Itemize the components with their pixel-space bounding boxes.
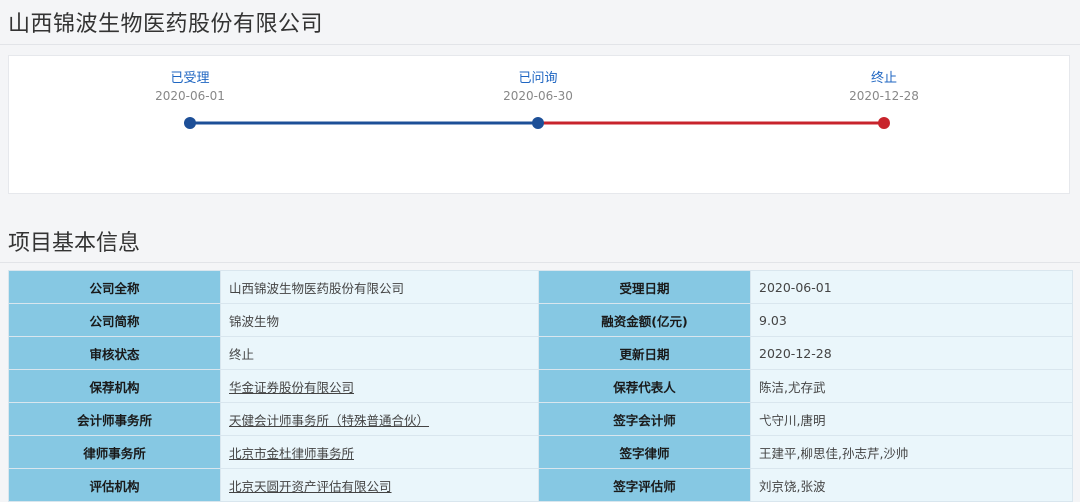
law-firm-link-cell[interactable]: 北京市金杜律师事务所 — [220, 435, 539, 469]
field-label: 公司简称 — [8, 303, 221, 337]
stage-date: 2020-06-01 — [155, 89, 225, 103]
field-label: 评估机构 — [8, 468, 221, 502]
accounting-firm-link[interactable]: 天健会计师事务所（特殊普通合伙） — [229, 413, 429, 428]
field-label: 受理日期 — [538, 270, 751, 304]
field-value: 山西锦波生物医药股份有限公司 — [220, 270, 539, 304]
table-row: 公司简称 锦波生物 融资金额(亿元) 9.03 — [8, 303, 1073, 337]
field-label: 更新日期 — [538, 336, 751, 370]
field-value: 9.03 — [750, 303, 1073, 337]
table-row: 评估机构 北京天圆开资产评估有限公司 签字评估师 刘京饶,张波 — [8, 468, 1073, 502]
table-row: 会计师事务所 天健会计师事务所（特殊普通合伙） 签字会计师 弋守川,唐明 — [8, 402, 1073, 436]
stage-label: 终止 — [870, 71, 897, 86]
stage-label: 已问询 — [518, 71, 558, 86]
appraisal-firm-link-cell[interactable]: 北京天圆开资产评估有限公司 — [220, 468, 539, 502]
law-firm-link[interactable]: 北京市金杜律师事务所 — [229, 446, 354, 461]
sponsor-link[interactable]: 华金证券股份有限公司 — [229, 380, 354, 395]
field-value: 2020-06-01 — [750, 270, 1073, 304]
field-label: 保荐代表人 — [538, 369, 751, 403]
appraisal-firm-link[interactable]: 北京天圆开资产评估有限公司 — [229, 479, 392, 494]
field-value: 王建平,柳思佳,孙志芹,沙帅 — [750, 435, 1073, 469]
timeline-node-inquired — [532, 117, 544, 129]
timeline-stage-terminated: 终止 2020-12-28 — [814, 71, 954, 104]
field-label: 签字会计师 — [538, 402, 751, 436]
timeline-stage-accepted: 已受理 2020-06-01 — [120, 71, 260, 104]
field-label: 签字律师 — [538, 435, 751, 469]
table-row: 公司全称 山西锦波生物医药股份有限公司 受理日期 2020-06-01 — [8, 270, 1073, 304]
sponsor-link-cell[interactable]: 华金证券股份有限公司 — [220, 369, 539, 403]
timeline-stage-inquired: 已问询 2020-06-30 — [468, 71, 608, 104]
timeline-node-accepted — [184, 117, 196, 129]
field-label: 公司全称 — [8, 270, 221, 304]
field-label: 会计师事务所 — [8, 402, 221, 436]
field-label: 签字评估师 — [538, 468, 751, 502]
field-value: 陈洁,尤存武 — [750, 369, 1073, 403]
section-title: 项目基本信息 — [8, 231, 141, 256]
field-label: 审核状态 — [8, 336, 221, 370]
table-row: 律师事务所 北京市金杜律师事务所 签字律师 王建平,柳思佳,孙志芹,沙帅 — [8, 435, 1073, 469]
field-label: 律师事务所 — [8, 435, 221, 469]
field-value: 锦波生物 — [220, 303, 539, 337]
project-info-table: 公司全称 山西锦波生物医药股份有限公司 受理日期 2020-06-01 公司简称… — [8, 270, 1073, 502]
field-value: 2020-12-28 — [750, 336, 1073, 370]
accounting-firm-link-cell[interactable]: 天健会计师事务所（特殊普通合伙） — [220, 402, 539, 436]
table-row: 审核状态 终止 更新日期 2020-12-28 — [8, 336, 1073, 370]
table-row: 保荐机构 华金证券股份有限公司 保荐代表人 陈洁,尤存武 — [8, 369, 1073, 403]
field-value: 刘京饶,张波 — [750, 468, 1073, 502]
divider — [0, 44, 1080, 45]
stage-date: 2020-06-30 — [503, 89, 573, 103]
timeline-node-terminated — [878, 117, 890, 129]
field-label: 融资金额(亿元) — [538, 303, 751, 337]
field-value: 弋守川,唐明 — [750, 402, 1073, 436]
review-timeline: 已受理 2020-06-01 已问询 2020-06-30 终止 2020-12… — [8, 55, 1070, 194]
stage-date: 2020-12-28 — [849, 89, 919, 103]
field-label: 保荐机构 — [8, 369, 221, 403]
page-title: 山西锦波生物医药股份有限公司 — [8, 12, 324, 37]
stage-label: 已受理 — [170, 71, 210, 86]
field-value: 终止 — [220, 336, 539, 370]
divider — [0, 262, 1080, 263]
